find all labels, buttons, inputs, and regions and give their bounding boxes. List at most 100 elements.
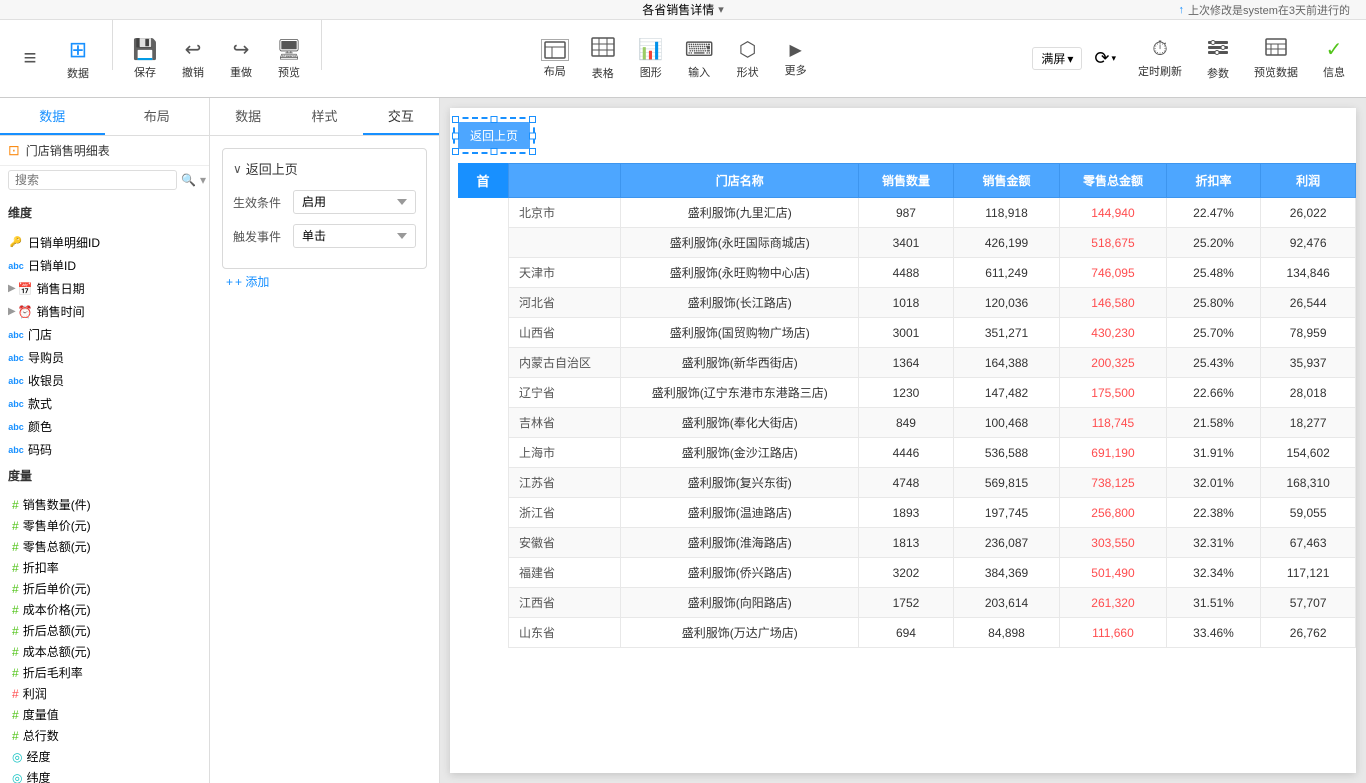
list-item[interactable]: #折后毛利率 xyxy=(8,662,201,683)
expand-icon[interactable]: ▶ xyxy=(8,306,16,317)
effect-row: 生效条件 启用 禁用 xyxy=(233,190,416,214)
info-button[interactable]: ✓ 信息 xyxy=(1310,33,1358,84)
list-item[interactable]: abc 导购员 xyxy=(4,346,205,369)
list-item[interactable]: ◎纬度 xyxy=(8,767,201,783)
list-item[interactable]: #成本价格(元) xyxy=(8,599,201,620)
list-item[interactable]: #利润 xyxy=(8,683,201,704)
tab-style[interactable]: 样式 xyxy=(286,98,362,135)
list-item[interactable]: #成本总额(元) xyxy=(8,641,201,662)
list-item[interactable]: 🔑 日销单明细ID xyxy=(4,231,205,254)
handle-br xyxy=(529,148,536,155)
abc-icon: abc xyxy=(8,373,24,389)
preview-button[interactable]: 🖥 预览 xyxy=(265,33,313,84)
tab-data-props[interactable]: 数据 xyxy=(210,98,286,135)
data-table: 门店名称 销售数量 销售金额 零售总金额 折扣率 利润 北京市 盛利服饰(九里汇… xyxy=(508,163,1356,648)
expand-icon[interactable]: ▶ xyxy=(8,283,16,294)
chart-button[interactable]: 📊 图形 xyxy=(627,33,675,84)
handle-mr xyxy=(529,132,536,139)
back-section-title[interactable]: ∨ 返回上页 xyxy=(233,159,416,178)
header-store: 门店名称 xyxy=(621,164,859,198)
handle-bm xyxy=(491,148,498,155)
header-region xyxy=(509,164,621,198)
list-item[interactable]: abc 颜色 xyxy=(4,415,205,438)
last-edit-info: ↑ 上次修改是system在3天前进行的 xyxy=(1179,2,1350,18)
table-row: 盛利服饰(永旺国际商城店) 3401 426,199 518,675 25.20… xyxy=(509,228,1356,258)
list-item[interactable]: abc 门店 xyxy=(4,323,205,346)
input-button[interactable]: ⌨ 输入 xyxy=(675,33,724,84)
layout-button[interactable]: 布局 xyxy=(531,35,579,83)
list-item[interactable]: #零售总额(元) xyxy=(8,536,201,557)
list-item[interactable]: abc 码码 xyxy=(4,438,205,457)
shape-button[interactable]: ⬡ 形状 xyxy=(724,33,772,84)
hash-icon: # xyxy=(12,561,19,575)
tab-layout[interactable]: 布局 xyxy=(105,98,210,135)
refresh-button[interactable]: ⟳▾ xyxy=(1084,44,1126,73)
measures-list: #销售数量(件) #零售单价(元) #零售总额(元) #折扣率 #折后单价(元)… xyxy=(0,494,209,783)
hash-icon: # xyxy=(12,729,19,743)
dataset-icon: ⊡ xyxy=(8,142,20,159)
header-discount: 折扣率 xyxy=(1166,164,1261,198)
key-icon: 🔑 xyxy=(8,235,24,251)
list-item[interactable]: #销售数量(件) xyxy=(8,494,201,515)
geo-icon: ◎ xyxy=(12,771,22,783)
hash-icon: # xyxy=(12,645,19,659)
data-table-container[interactable]: 门店名称 销售数量 销售金额 零售总金额 折扣率 利润 北京市 盛利服饰(九里汇… xyxy=(508,163,1356,773)
params-button[interactable]: 参数 xyxy=(1194,33,1242,85)
back-button-component[interactable]: 返回上页 xyxy=(458,122,530,149)
field-search-row: 🔍 ▾ xyxy=(0,166,209,194)
table-row: 安徽省 盛利服饰(淮海路店) 1813 236,087 303,550 32.3… xyxy=(509,528,1356,558)
abc-icon: abc xyxy=(8,327,24,343)
save-button[interactable]: 💾 保存 xyxy=(121,33,169,84)
header-qty: 销售数量 xyxy=(859,164,954,198)
hash-icon: # xyxy=(12,708,19,722)
trigger-row: 触发事件 单击 双击 xyxy=(233,224,416,248)
abc-icon: abc xyxy=(8,396,24,412)
table-row: 山西省 盛利服饰(国贸购物广场店) 3001 351,271 430,230 2… xyxy=(509,318,1356,348)
title-chevron-icon[interactable]: ▾ xyxy=(718,3,724,16)
dimensions-title: 维度 xyxy=(8,200,201,225)
timer-button[interactable]: ⏱ 定时刷新 xyxy=(1128,34,1192,83)
table-row: 辽宁省 盛利服饰(辽宁东港市东港路三店) 1230 147,482 175,50… xyxy=(509,378,1356,408)
list-item[interactable]: #度量值 xyxy=(8,704,201,725)
list-item[interactable]: #折后单价(元) xyxy=(8,578,201,599)
fullscreen-button[interactable]: 满屏 ▾ xyxy=(1032,47,1082,70)
effect-label: 生效条件 xyxy=(233,194,293,211)
list-item[interactable]: ◎经度 xyxy=(8,746,201,767)
more-button[interactable]: ▶ 更多 xyxy=(772,36,820,82)
geo-icon: ◎ xyxy=(12,750,22,764)
trigger-select[interactable]: 单击 双击 xyxy=(293,224,416,248)
tab-interact[interactable]: 交互 xyxy=(363,98,439,135)
menu-button[interactable]: ≡ xyxy=(6,41,54,77)
abc-icon: abc xyxy=(8,350,24,366)
table-row: 天津市 盛利服饰(永旺购物中心店) 4488 611,249 746,095 2… xyxy=(509,258,1356,288)
table-row: 上海市 盛利服饰(金沙江路店) 4446 536,588 691,190 31.… xyxy=(509,438,1356,468)
hash-icon: # xyxy=(12,603,19,617)
hash-icon: # xyxy=(12,582,19,596)
previewdata-button[interactable]: 预览数据 xyxy=(1244,34,1308,84)
list-item[interactable]: ▶ ⏰ 销售时间 xyxy=(4,300,205,323)
effect-select[interactable]: 启用 禁用 xyxy=(293,190,416,214)
list-item[interactable]: #总行数 xyxy=(8,725,201,746)
list-item[interactable]: abc 日销单ID xyxy=(4,254,205,277)
search-input[interactable] xyxy=(8,170,177,190)
dropdown-icon[interactable]: ▾ xyxy=(200,173,206,187)
list-item[interactable]: #折扣率 xyxy=(8,557,201,578)
table-row: 福建省 盛利服饰(侨兴路店) 3202 384,369 501,490 32.3… xyxy=(509,558,1356,588)
add-action-button[interactable]: + + 添加 xyxy=(222,269,427,294)
list-item[interactable]: abc 收银员 xyxy=(4,369,205,392)
table-row: 江苏省 盛利服饰(复兴东街) 4748 569,815 738,125 32.0… xyxy=(509,468,1356,498)
redo-button[interactable]: ↪ 重做 xyxy=(217,33,265,84)
hash-icon: # xyxy=(12,519,19,533)
list-item[interactable]: #零售单价(元) xyxy=(8,515,201,536)
back-to-page-button[interactable]: 返回上页 xyxy=(458,122,530,149)
list-item[interactable]: ▶ 📅 销售日期 xyxy=(4,277,205,300)
data-button[interactable]: ⊞ 数据 xyxy=(54,33,102,85)
abc-icon: abc xyxy=(8,442,24,458)
table-button[interactable]: 表格 xyxy=(579,33,627,85)
list-item[interactable]: #折后总额(元) xyxy=(8,620,201,641)
search-icon: 🔍 xyxy=(181,173,196,187)
dataset-name: 门店销售明细表 xyxy=(26,142,201,159)
undo-button[interactable]: ↩ 撤销 xyxy=(169,33,217,84)
list-item[interactable]: abc 款式 xyxy=(4,392,205,415)
tab-data[interactable]: 数据 xyxy=(0,98,105,135)
